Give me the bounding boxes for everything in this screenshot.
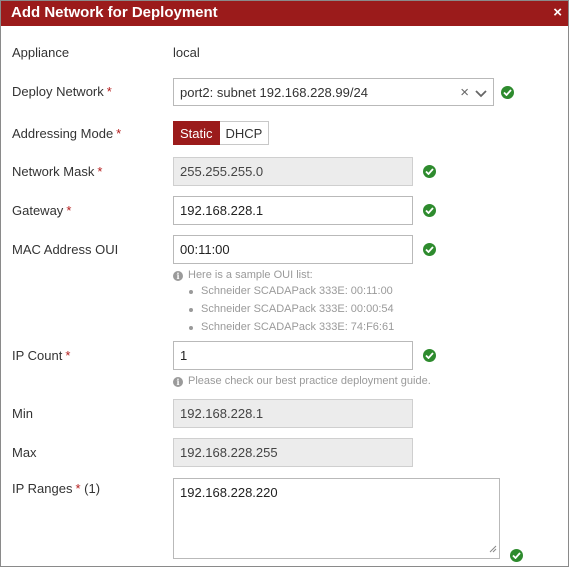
deploy-network-label-text: Deploy Network <box>12 84 104 99</box>
check-circle-icon <box>501 86 514 99</box>
min-label-text: Min <box>12 406 33 421</box>
mac-oui-label-text: MAC Address OUI <box>12 242 119 257</box>
gateway-label: Gateway * <box>12 203 71 218</box>
ip-ranges-label: IP Ranges * (1) <box>12 481 100 496</box>
ip-count-hint-text: Please check our best practice deploymen… <box>188 375 431 387</box>
add-network-dialog: Add Network for Deployment × Appliance l… <box>0 0 569 567</box>
required-marker: * <box>65 348 71 363</box>
check-circle-icon <box>423 204 436 217</box>
info-icon: i <box>173 271 183 281</box>
oui-hint-text: Here is a sample OUI list: <box>188 269 313 281</box>
check-circle-icon <box>510 549 523 562</box>
ip-ranges-textarea[interactable]: 192.168.228.220 <box>173 478 500 559</box>
check-circle-icon <box>423 165 436 178</box>
min-label: Min <box>12 406 33 421</box>
required-marker: * <box>97 164 103 179</box>
list-item: Schneider SCADAPack 333E: 00:00:54 <box>187 303 394 321</box>
check-circle-icon <box>423 243 436 256</box>
oui-sample-list: Schneider SCADAPack 333E: 00:11:00 Schne… <box>187 285 394 339</box>
max-label-text: Max <box>12 445 37 460</box>
gateway-label-text: Gateway <box>12 203 64 218</box>
check-circle-icon <box>423 349 436 362</box>
ip-ranges-count: (1) <box>84 481 101 496</box>
clear-selection-icon[interactable]: × <box>460 84 469 101</box>
dhcp-option[interactable]: DHCP <box>219 121 270 145</box>
addressing-mode-label: Addressing Mode * <box>12 126 121 141</box>
ip-count-field[interactable]: 1 <box>173 341 413 370</box>
appliance-label: Appliance <box>12 45 69 60</box>
list-item: Schneider SCADAPack 333E: 00:11:00 <box>187 285 394 303</box>
deploy-network-value: port2: subnet 192.168.228.99/24 <box>180 85 368 100</box>
close-icon[interactable]: × <box>553 4 562 21</box>
min-field: 192.168.228.1 <box>173 399 413 428</box>
required-marker: * <box>116 126 122 141</box>
mac-oui-label: MAC Address OUI <box>12 242 118 257</box>
gateway-field[interactable]: 192.168.228.1 <box>173 196 413 225</box>
chevron-down-icon[interactable] <box>475 86 487 101</box>
required-marker: * <box>66 203 72 218</box>
deploy-network-select[interactable]: port2: subnet 192.168.228.99/24 × <box>173 78 494 106</box>
mac-oui-field[interactable]: 00:11:00 <box>173 235 413 264</box>
addressing-mode-toggle: Static DHCP <box>173 121 270 145</box>
dialog-title: Add Network for Deployment <box>11 4 218 21</box>
ip-ranges-label-text: IP Ranges <box>12 481 73 496</box>
oui-hint: i Here is a sample OUI list: <box>173 269 313 281</box>
ip-count-hint: i Please check our best practice deployme… <box>173 375 431 387</box>
required-marker: * <box>75 481 81 496</box>
required-marker: * <box>106 84 112 99</box>
max-field: 192.168.228.255 <box>173 438 413 467</box>
deploy-network-label: Deploy Network * <box>12 84 112 99</box>
resize-handle-icon[interactable] <box>489 541 497 556</box>
ip-count-label-text: IP Count <box>12 348 63 363</box>
network-mask-label-text: Network Mask <box>12 164 95 179</box>
appliance-label-text: Appliance <box>12 45 70 60</box>
appliance-value: local <box>173 45 200 60</box>
ip-ranges-value: 192.168.228.220 <box>180 485 278 500</box>
network-mask-label: Network Mask * <box>12 164 102 179</box>
list-item: Schneider SCADAPack 333E: 74:F6:61 <box>187 321 394 339</box>
ip-count-label: IP Count * <box>12 348 70 363</box>
max-label: Max <box>12 445 37 460</box>
static-option[interactable]: Static <box>173 121 220 145</box>
addressing-mode-label-text: Addressing Mode <box>12 126 114 141</box>
info-icon: i <box>173 377 183 387</box>
dialog-titlebar: Add Network for Deployment × <box>1 1 568 26</box>
network-mask-field: 255.255.255.0 <box>173 157 413 186</box>
